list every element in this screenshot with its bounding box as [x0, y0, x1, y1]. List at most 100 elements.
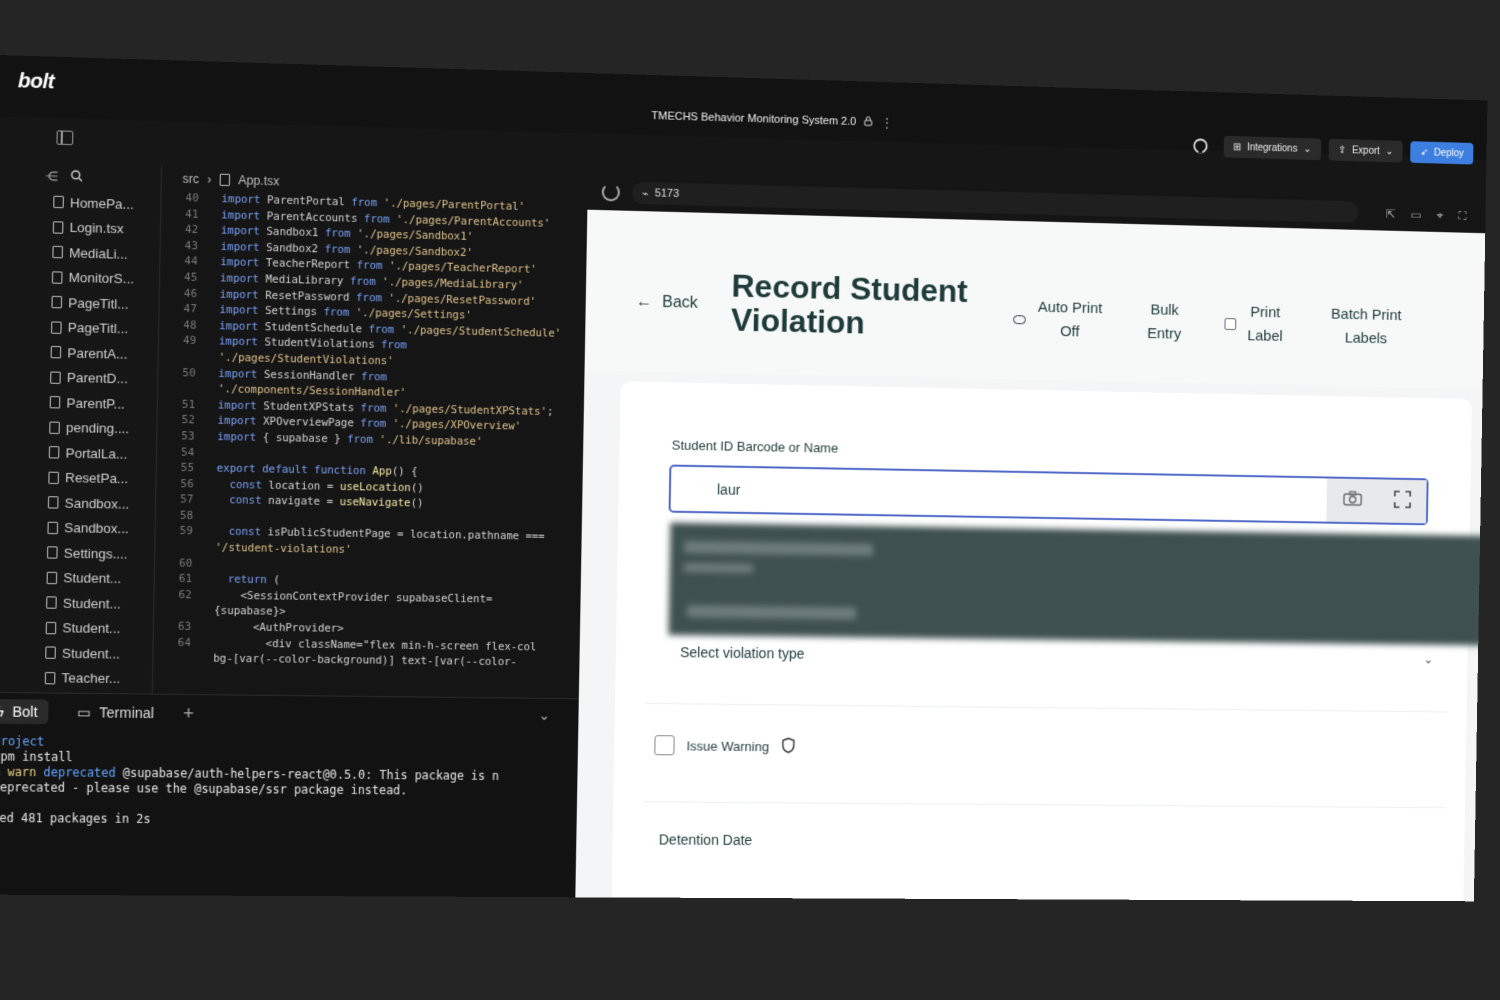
preview-page: ← Back Record Student Violation Auto Pri…: [575, 209, 1486, 902]
breadcrumb-folder[interactable]: src: [182, 172, 199, 187]
file-item[interactable]: Teacher...: [22, 665, 152, 691]
file-name: MediaLi...: [68, 244, 128, 262]
violation-select-value: Select violation type: [680, 644, 805, 662]
preview-pane: ⌁ 5173 ⇱ ▭ ⌖ ⛶ ← Back Record Student Vio…: [575, 177, 1486, 902]
code-editor[interactable]: src › App.tsx 40 import ParentPortal from…: [154, 166, 588, 701]
bolt-icon: ϟ: [0, 703, 5, 720]
sidebar-toggle-icon[interactable]: [56, 130, 74, 146]
camera-icon[interactable]: [1342, 490, 1362, 511]
line-number: 58: [179, 509, 194, 522]
file-name: HomePa...: [69, 194, 134, 212]
file-item[interactable]: ParentP...: [27, 389, 157, 417]
file-item[interactable]: Student...: [23, 615, 153, 642]
file-icon: [45, 621, 57, 635]
scan-frame-icon[interactable]: [1393, 490, 1411, 513]
inspect-icon[interactable]: ⌖: [1437, 208, 1444, 223]
issue-warning-checkbox[interactable]: [654, 735, 675, 756]
file-icon: [49, 396, 61, 409]
warn-word: warn: [7, 764, 37, 780]
file-item[interactable]: Student...: [23, 590, 153, 617]
file-name: Student...: [61, 645, 120, 662]
divider: [645, 702, 1448, 713]
line-number: 60: [179, 557, 193, 570]
line-number: 63: [177, 620, 192, 633]
file-item[interactable]: Student...: [22, 640, 152, 667]
line-number: [156, 603, 214, 620]
line-text: {supabase}>: [214, 605, 286, 619]
print-label-checkbox[interactable]: Print Label: [1224, 300, 1285, 349]
reload-icon[interactable]: [601, 182, 621, 202]
file-item[interactable]: PortalLa...: [26, 440, 156, 467]
tree-view-icon[interactable]: ⋲: [45, 169, 58, 184]
suggestion-id-blurred: [683, 563, 754, 574]
student-search-box: [668, 464, 1429, 526]
file-name: pending....: [65, 420, 130, 437]
plug-icon: ⌁: [641, 187, 649, 200]
file-icon: [44, 671, 56, 685]
batch-print-label: Batch Print Labels: [1330, 305, 1402, 348]
file-item[interactable]: Sandbox...: [25, 490, 155, 517]
back-button[interactable]: ← Back: [636, 293, 698, 312]
file-item[interactable]: ParentA...: [28, 339, 158, 367]
student-search-input[interactable]: [670, 466, 1320, 522]
suggestion-name-blurred: [683, 540, 874, 556]
file-item[interactable]: Student...: [23, 565, 153, 592]
line-number: 44: [184, 255, 198, 269]
device-toggle-icon[interactable]: ▭: [1411, 208, 1422, 223]
file-icon: [45, 646, 56, 660]
warn-text: @supabase/auth-helpers-react@0.5.0: This…: [122, 765, 500, 784]
file-icon: [51, 296, 63, 309]
file-icon: [53, 195, 64, 209]
share-icon: ⇪: [1338, 144, 1347, 156]
breadcrumb-file[interactable]: App.tsx: [238, 173, 279, 188]
auto-print-toggle[interactable]: Auto Print Off: [1013, 295, 1105, 345]
bolt-logo[interactable]: bolt: [18, 70, 55, 95]
search-icon[interactable]: [70, 169, 83, 185]
line-number: 43: [184, 239, 198, 253]
toggle-icon: [1013, 314, 1026, 324]
project-title[interactable]: TMECHS Behavior Monitoring System 2.0 ⋮: [651, 109, 893, 130]
fullscreen-icon[interactable]: ⛶: [1458, 209, 1466, 224]
more-options-icon[interactable]: ⋮: [881, 116, 893, 130]
line-number: 59: [179, 525, 193, 538]
file-tree: ⋲ HomePa... Login.tsx MediaLi... Monitor…: [21, 162, 163, 696]
file-icon: [50, 371, 61, 384]
file-item[interactable]: ResetPa...: [25, 465, 155, 492]
bottom-panel: ϟ Bolt ▭ Terminal + ⌄ ~/project ❯ npm in…: [0, 691, 579, 901]
issue-warning-row[interactable]: Issue Warning: [654, 735, 795, 756]
chevron-down-icon: ⌄: [1385, 145, 1394, 157]
file-item[interactable]: ParentD...: [27, 364, 157, 392]
terminal-output[interactable]: ~/project ❯ npm install npm warn depreca…: [0, 730, 578, 830]
file-item[interactable]: Sandbox...: [24, 515, 154, 542]
add-terminal-button[interactable]: +: [183, 703, 194, 724]
line-number: [155, 651, 213, 668]
collapse-panel-icon[interactable]: ⌄: [538, 707, 550, 724]
batch-print-button[interactable]: Batch Print Labels: [1323, 303, 1410, 352]
add-new-student-blurred: [686, 605, 857, 620]
file-icon: [52, 246, 63, 259]
file-icon: [48, 446, 60, 459]
file-item[interactable]: pending....: [26, 414, 156, 441]
file-name: ResetPa...: [64, 470, 129, 487]
file-name: Settings....: [63, 545, 128, 562]
chevron-down-icon: ⌄: [1303, 143, 1312, 155]
file-item[interactable]: PageTitl...: [28, 289, 158, 317]
lock-icon: [864, 115, 873, 129]
file-item[interactable]: Settings....: [24, 540, 154, 567]
file-item[interactable]: HomePa...: [30, 189, 160, 217]
file-item[interactable]: Login.tsx: [30, 214, 160, 242]
open-external-icon[interactable]: ⇱: [1386, 207, 1396, 222]
line-number: 46: [183, 287, 198, 300]
student-suggestions-dropdown[interactable]: [668, 522, 1486, 646]
integrations-label: Integrations: [1246, 141, 1298, 155]
file-name: Sandbox...: [64, 520, 129, 537]
tab-terminal[interactable]: ▭ Terminal: [66, 699, 164, 725]
bulk-entry-button[interactable]: Bulk Entry: [1143, 298, 1187, 346]
file-name: Student...: [63, 570, 122, 587]
file-item[interactable]: MonitorS...: [29, 264, 159, 292]
file-icon: [52, 220, 64, 234]
file-item[interactable]: MediaLi...: [29, 239, 159, 267]
line-number: 47: [183, 303, 197, 316]
file-item[interactable]: PageTitl...: [28, 314, 158, 342]
tab-bolt[interactable]: ϟ Bolt: [0, 698, 49, 725]
